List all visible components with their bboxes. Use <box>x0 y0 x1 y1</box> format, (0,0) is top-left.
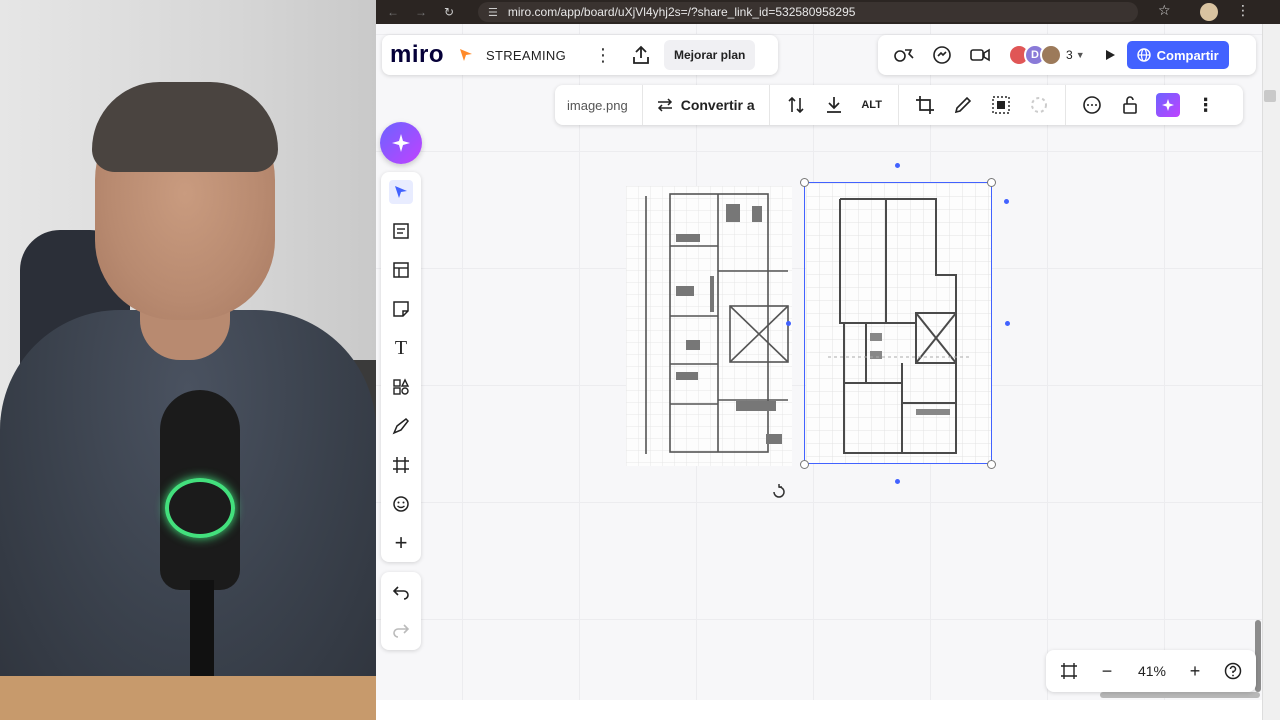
board-header: miro STREAMING ⋮ Mejorar plan <box>382 35 778 75</box>
site-settings-icon[interactable]: ☰ <box>488 6 498 19</box>
file-name[interactable]: image.png <box>567 98 628 113</box>
more-options-icon[interactable]: ⋮ <box>1194 93 1218 117</box>
share-button[interactable]: Compartir <box>1126 41 1229 69</box>
board-icon <box>460 49 473 61</box>
video-call-icon[interactable] <box>968 43 992 67</box>
zoom-out-icon[interactable]: − <box>1096 660 1118 682</box>
connector-dot-top[interactable] <box>895 163 900 168</box>
layer-order-icon[interactable] <box>784 93 808 117</box>
forward-icon[interactable]: → <box>414 5 428 19</box>
undo-icon[interactable] <box>389 580 413 604</box>
miro-logo[interactable]: miro <box>390 41 444 69</box>
edit-pencil-icon[interactable] <box>951 93 975 117</box>
collaborator-count[interactable]: 3 <box>1066 48 1073 62</box>
frame-layout-icon[interactable] <box>389 258 413 282</box>
comment-icon[interactable] <box>1080 93 1104 117</box>
microphone-light-ring <box>165 478 235 538</box>
templates-icon[interactable] <box>389 219 413 243</box>
connector-dot-bottom[interactable] <box>895 479 900 484</box>
zoom-controls: − 41% + <box>1046 650 1256 692</box>
divider <box>897 85 899 125</box>
scrollbar-arrow[interactable] <box>1264 90 1276 102</box>
zoom-level[interactable]: 41% <box>1136 663 1168 679</box>
person-hair <box>92 82 278 172</box>
connector-dot-left[interactable] <box>786 321 791 326</box>
avatar[interactable] <box>1040 44 1062 66</box>
browser-profile-avatar[interactable] <box>1200 3 1218 21</box>
remove-background-icon[interactable] <box>989 93 1013 117</box>
horizontal-scrollbar-thumb[interactable] <box>1100 692 1260 698</box>
share-label: Compartir <box>1156 47 1219 63</box>
resize-handle-bottom-right[interactable] <box>987 460 996 469</box>
rotate-icon[interactable] <box>771 484 787 500</box>
chat-icon[interactable] <box>930 43 954 67</box>
download-icon[interactable] <box>822 93 846 117</box>
creation-toolbar: T + <box>381 172 421 562</box>
crop-icon[interactable] <box>913 93 937 117</box>
sparkle-icon <box>392 134 410 152</box>
help-icon[interactable] <box>1222 660 1244 682</box>
sticky-note-icon[interactable] <box>389 297 413 321</box>
ai-assist-icon[interactable] <box>1155 93 1180 117</box>
connector-dot-right-top[interactable] <box>1004 199 1009 204</box>
divider <box>641 85 643 125</box>
text-icon[interactable]: T <box>389 336 413 360</box>
collaboration-bar: D 3 ▼ Compartir <box>878 35 1256 75</box>
webcam-overlay <box>0 0 376 720</box>
zoom-in-icon[interactable]: + <box>1184 660 1206 682</box>
upgrade-plan-button[interactable]: Mejorar plan <box>664 40 756 70</box>
connector-dot-right[interactable] <box>1005 321 1010 326</box>
emoji-icon[interactable] <box>389 492 413 516</box>
url-text: miro.com/app/board/uXjVl4yhj2s=/?share_l… <box>507 5 856 19</box>
floor-plan-drawing-1 <box>626 186 792 466</box>
divider <box>1064 85 1066 125</box>
image-context-toolbar: image.png Convertir a ALT ⋮ <box>555 85 1243 125</box>
chevron-down-icon[interactable]: ▼ <box>1076 50 1085 60</box>
history-toolbar <box>381 572 421 650</box>
collaborator-avatars[interactable]: D 3 ▼ <box>1008 44 1085 66</box>
back-icon[interactable]: ← <box>386 5 400 19</box>
floor-plan-image-1[interactable] <box>626 186 792 466</box>
board-name[interactable]: STREAMING <box>486 48 566 63</box>
select-icon[interactable] <box>389 180 413 204</box>
add-icon[interactable]: + <box>389 530 413 555</box>
fit-to-screen-icon[interactable] <box>1058 660 1080 682</box>
bookmark-star-icon[interactable]: ☆ <box>1158 2 1171 19</box>
ai-sparkle-button[interactable] <box>380 122 422 164</box>
reactions-icon[interactable] <box>892 43 916 67</box>
resize-handle-top-left[interactable] <box>800 178 809 187</box>
loading-spinner-icon <box>1027 93 1051 117</box>
lock-icon[interactable] <box>1118 93 1142 117</box>
browser-menu-icon[interactable]: ⋮ <box>1236 2 1250 19</box>
resize-handle-bottom-left[interactable] <box>800 460 809 469</box>
desk <box>0 676 376 720</box>
vertical-scrollbar-track[interactable] <box>1262 24 1280 720</box>
presentation-play-icon[interactable] <box>1099 44 1121 66</box>
browser-address-bar: ← → ↻ ☰ miro.com/app/board/uXjVl4yhj2s=/… <box>376 0 1280 24</box>
convert-to-button[interactable]: Convertir a <box>657 97 755 113</box>
divider <box>768 85 770 125</box>
alt-text-button[interactable]: ALT <box>860 93 884 117</box>
swap-icon <box>657 98 672 112</box>
globe-icon <box>1136 48 1151 62</box>
shapes-icon[interactable] <box>389 375 413 399</box>
convert-label: Convertir a <box>680 97 755 113</box>
pen-icon[interactable] <box>389 414 413 438</box>
selection-box <box>804 182 992 464</box>
export-icon[interactable] <box>630 44 652 66</box>
reload-icon[interactable]: ↻ <box>442 5 456 19</box>
resize-handle-top-right[interactable] <box>987 178 996 187</box>
board-menu-icon[interactable]: ⋮ <box>594 45 612 66</box>
url-field[interactable]: ☰ miro.com/app/board/uXjVl4yhj2s=/?share… <box>478 2 1138 22</box>
frame-icon[interactable] <box>389 453 413 477</box>
redo-icon[interactable] <box>389 618 413 642</box>
